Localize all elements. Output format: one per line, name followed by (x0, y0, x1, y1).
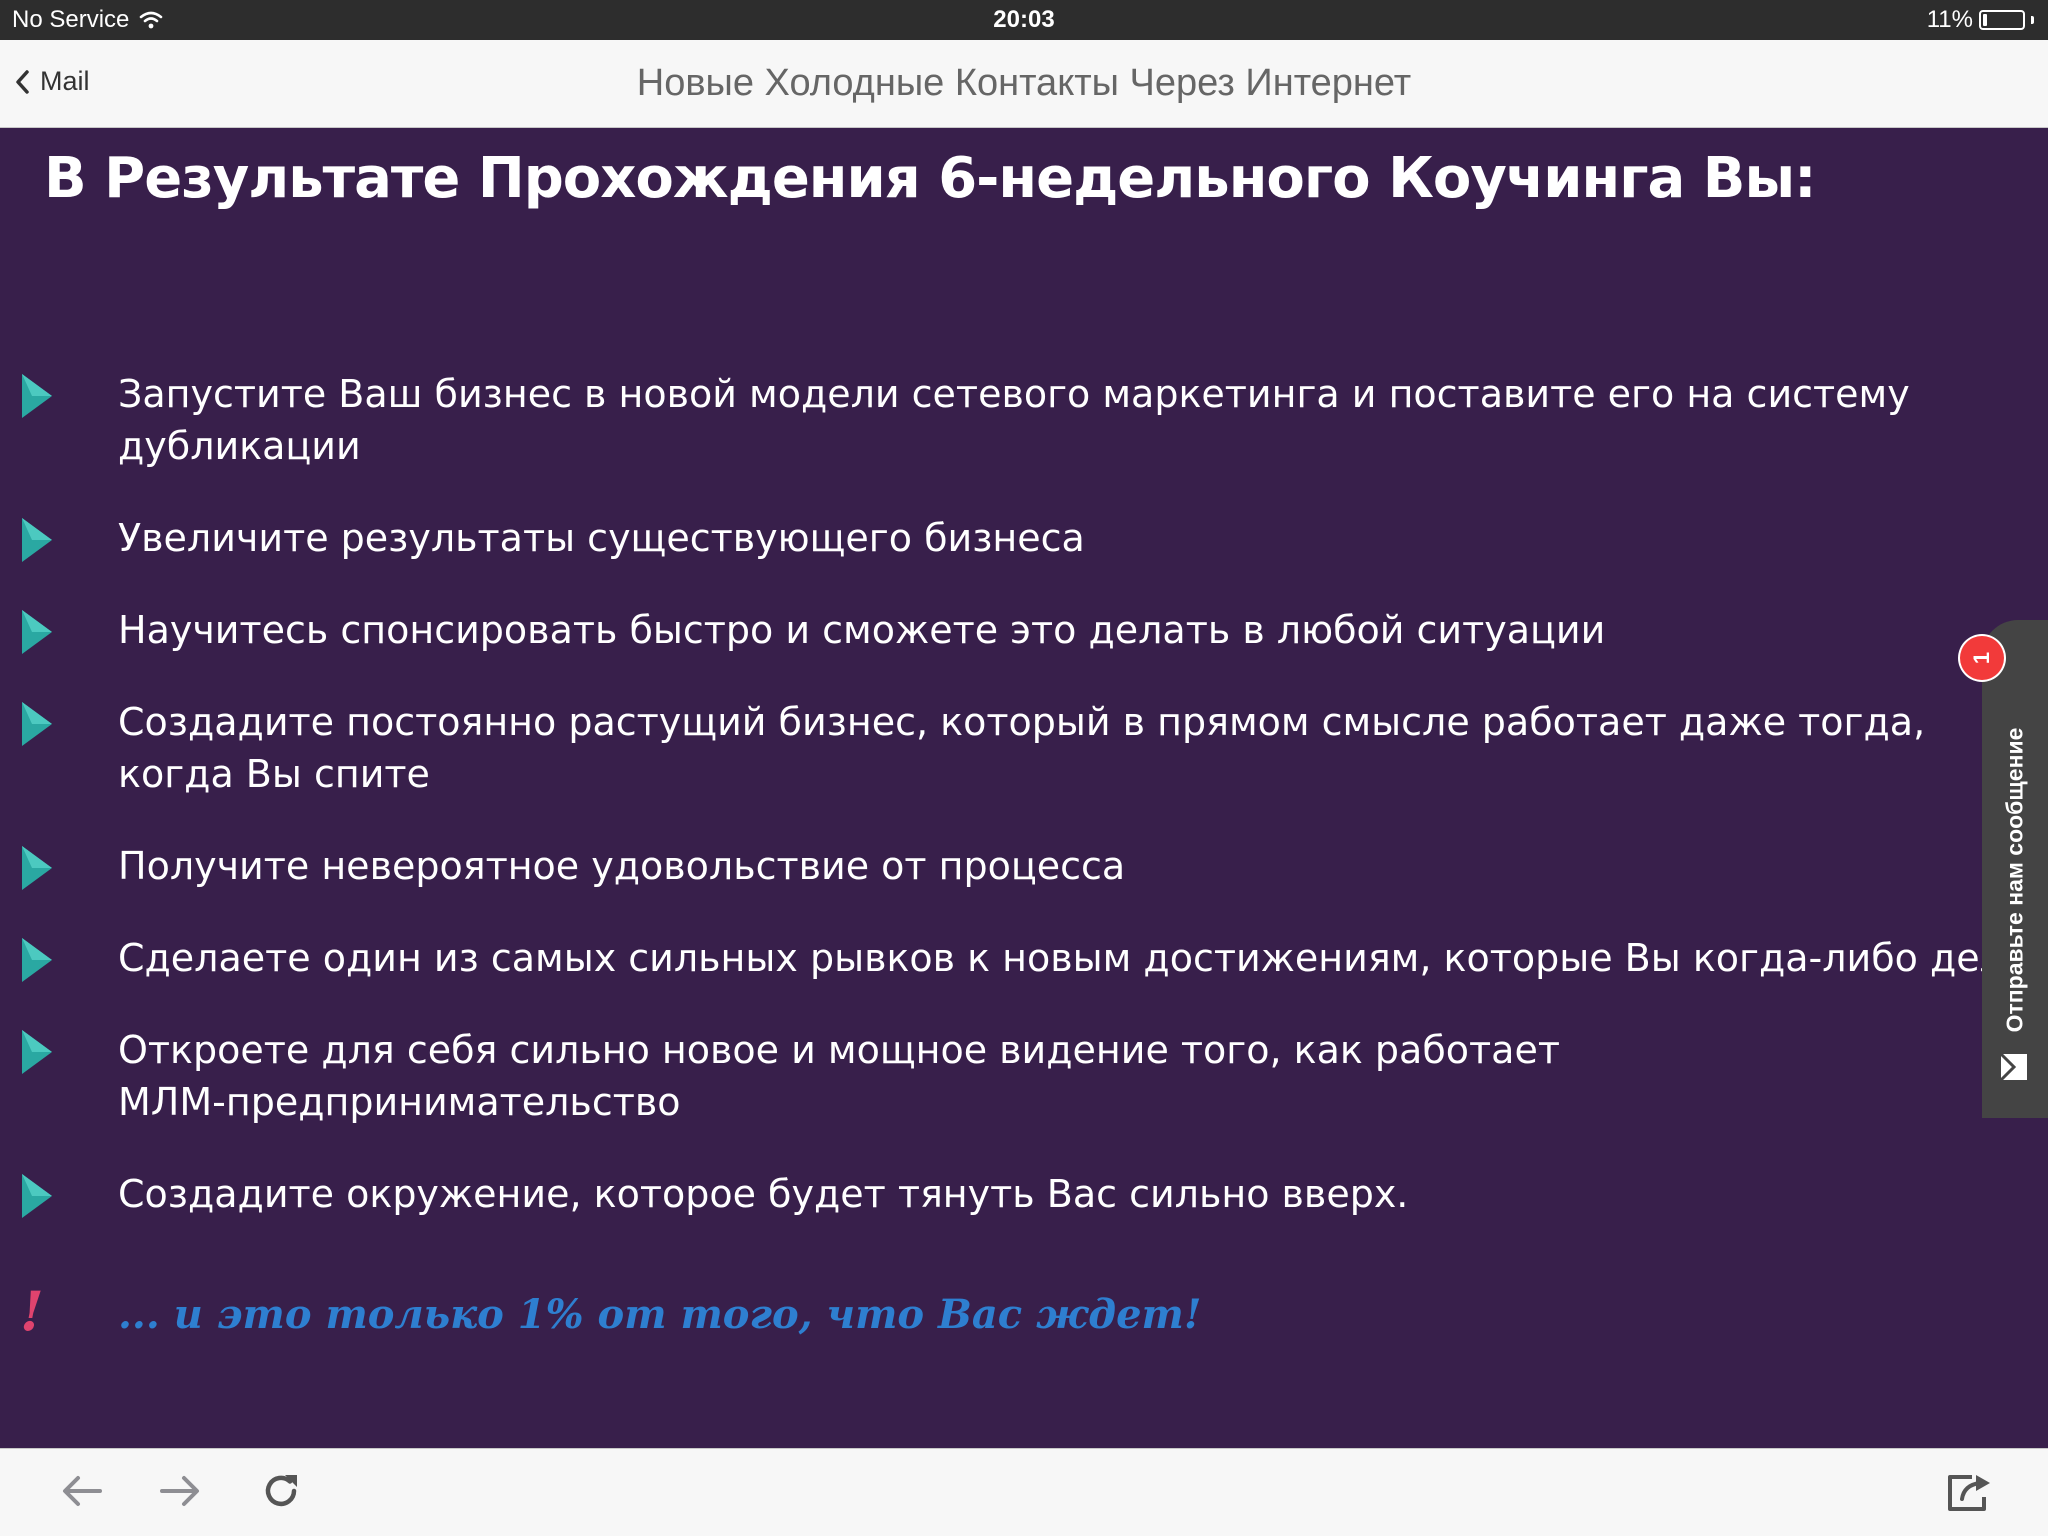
benefit-text: Создадите постоянно растущий бизнес, кот… (118, 700, 1926, 796)
benefit-text: Научитесь спонсировать быстро и сможете … (118, 608, 1606, 652)
send-message-label: Отправьте нам сообщение (2001, 727, 2028, 1033)
notification-badge[interactable]: 1 (1960, 636, 2004, 680)
benefit-text: Запустите Ваш бизнес в новой модели сете… (118, 372, 1910, 468)
battery-status: 11% (1927, 6, 2034, 34)
benefit-text: Откроете для себя сильно новое и мощное … (118, 1028, 1560, 1124)
page-title: Новые Холодные Контакты Через Интернет (636, 62, 1412, 104)
play-bullet-icon (22, 374, 52, 418)
benefit-text: Сделаете один из самых сильных рывков к … (118, 936, 2048, 980)
closing-text: ... и это только 1% от того, что Вас жде… (118, 1291, 1202, 1338)
battery-icon (1979, 10, 2025, 30)
headline: В Результате Прохождения 6-недельного Ко… (44, 146, 1816, 211)
benefit-text: Получите невероятное удовольствие от про… (118, 844, 1126, 888)
send-message-tab[interactable]: Отправьте нам сообщение (1982, 620, 2048, 1118)
status-bar: No Service 20:03 11% (0, 0, 2048, 40)
exclamation-icon: ! (20, 1279, 44, 1343)
forward-arrow-icon[interactable] (158, 1471, 202, 1511)
back-arrow-icon[interactable] (60, 1471, 104, 1511)
reload-icon[interactable] (260, 1471, 304, 1511)
battery-percent: 11% (1926, 6, 1973, 33)
play-bullet-icon (22, 1030, 52, 1074)
play-bullet-icon (22, 1174, 52, 1218)
play-bullet-icon (22, 518, 52, 562)
benefit-text: Создадите окружение, которое будет тянут… (118, 1172, 1409, 1216)
play-bullet-icon (22, 938, 52, 982)
browser-toolbar (0, 1448, 2048, 1536)
badge-count: 1 (1969, 651, 1994, 665)
clock: 20:03 (993, 6, 1055, 33)
play-bullet-icon (22, 610, 52, 654)
play-bullet-icon (22, 846, 52, 890)
navigation-bar: Mail Новые Холодные Контакты Через Интер… (0, 40, 2048, 128)
share-icon[interactable] (1944, 1471, 1992, 1513)
benefit-text: Увеличите результаты существующего бизне… (118, 516, 1085, 560)
page-content: В Результате Прохождения 6-недельного Ко… (0, 128, 2048, 1448)
envelope-icon (1999, 1052, 2027, 1082)
battery-tip (2031, 16, 2034, 24)
play-bullet-icon (22, 702, 52, 746)
